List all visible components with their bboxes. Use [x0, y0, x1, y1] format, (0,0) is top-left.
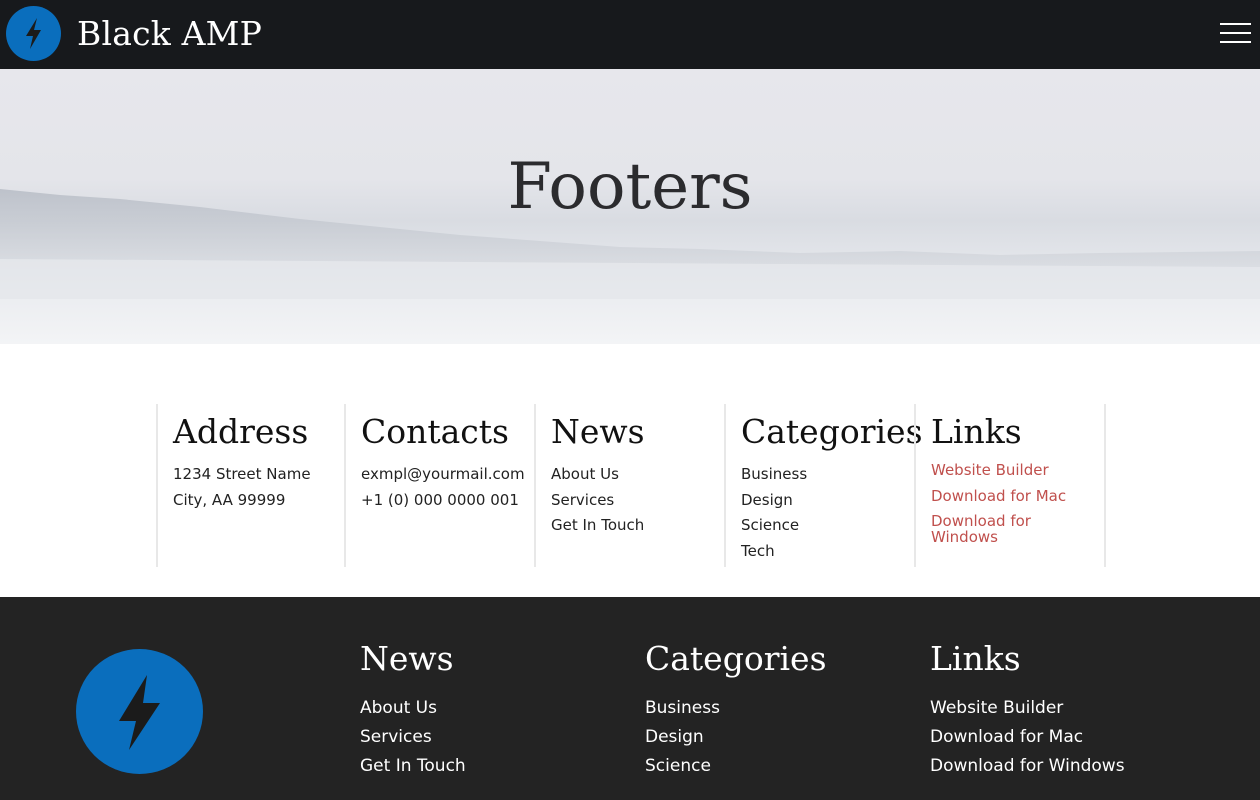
brand-name[interactable]: Black AMP [77, 12, 262, 56]
footer-link[interactable]: Website Builder [930, 694, 1125, 723]
list-item[interactable]: About Us [551, 462, 644, 488]
footer-column-news: News About Us Services Get In Touch [534, 404, 725, 567]
phone-text: +1 (0) 000 0000 001 [361, 488, 525, 514]
list-item[interactable]: Science [645, 752, 720, 781]
list-item[interactable]: Tech [741, 539, 807, 565]
footer-link[interactable]: Download for Mac [930, 723, 1125, 752]
list-item[interactable]: Services [360, 723, 466, 752]
footer-column-contacts: Contacts exmpl@yourmail.com +1 (0) 000 0… [344, 404, 535, 567]
dark-column-news: News About Us Services Get In Touch [360, 637, 454, 681]
top-navbar: Black AMP [0, 0, 1260, 69]
column-heading: Links [931, 412, 1022, 452]
list-item[interactable]: Get In Touch [551, 513, 644, 539]
column-heading: Address [173, 412, 308, 452]
footer-link[interactable]: Download for Mac [931, 488, 1081, 514]
footer-column-categories: Categories Business Design Science Tech [724, 404, 915, 567]
list-item[interactable]: Design [741, 488, 807, 514]
hamburger-menu-icon[interactable] [1220, 23, 1251, 45]
dark-column-links: Links Website Builder Download for Mac D… [930, 637, 1021, 681]
footer-link[interactable]: Website Builder [931, 462, 1081, 488]
lightning-bolt-icon[interactable] [6, 6, 61, 61]
column-heading: Categories [741, 412, 923, 452]
column-heading: News [360, 637, 454, 681]
list-item[interactable]: About Us [360, 694, 466, 723]
footer-link[interactable]: Download for Windows [930, 752, 1125, 781]
list-item[interactable]: Business [741, 462, 807, 488]
footer-dark: News About Us Services Get In Touch Cate… [0, 597, 1260, 800]
column-heading: Contacts [361, 412, 509, 452]
footer-column-address: Address 1234 Street Name City, AA 99999 [156, 404, 345, 567]
list-item[interactable]: Get In Touch [360, 752, 466, 781]
lightning-bolt-icon [76, 649, 203, 774]
column-heading: News [551, 412, 645, 452]
column-heading: Categories [645, 637, 827, 681]
page-title: Footers [0, 147, 1260, 227]
email-text: exmpl@yourmail.com [361, 462, 525, 488]
footer-column-links: Links Website Builder Download for Mac D… [914, 404, 1106, 567]
hero-banner: Footers [0, 69, 1260, 344]
footer-link[interactable]: Download for Windows [931, 513, 1081, 545]
column-heading: Links [930, 637, 1021, 681]
dark-column-categories: Categories Business Design Science [645, 637, 827, 681]
address-line: City, AA 99999 [173, 488, 311, 514]
address-line: 1234 Street Name [173, 462, 311, 488]
list-item[interactable]: Science [741, 513, 807, 539]
list-item[interactable]: Services [551, 488, 644, 514]
list-item[interactable]: Design [645, 723, 720, 752]
list-item[interactable]: Business [645, 694, 720, 723]
